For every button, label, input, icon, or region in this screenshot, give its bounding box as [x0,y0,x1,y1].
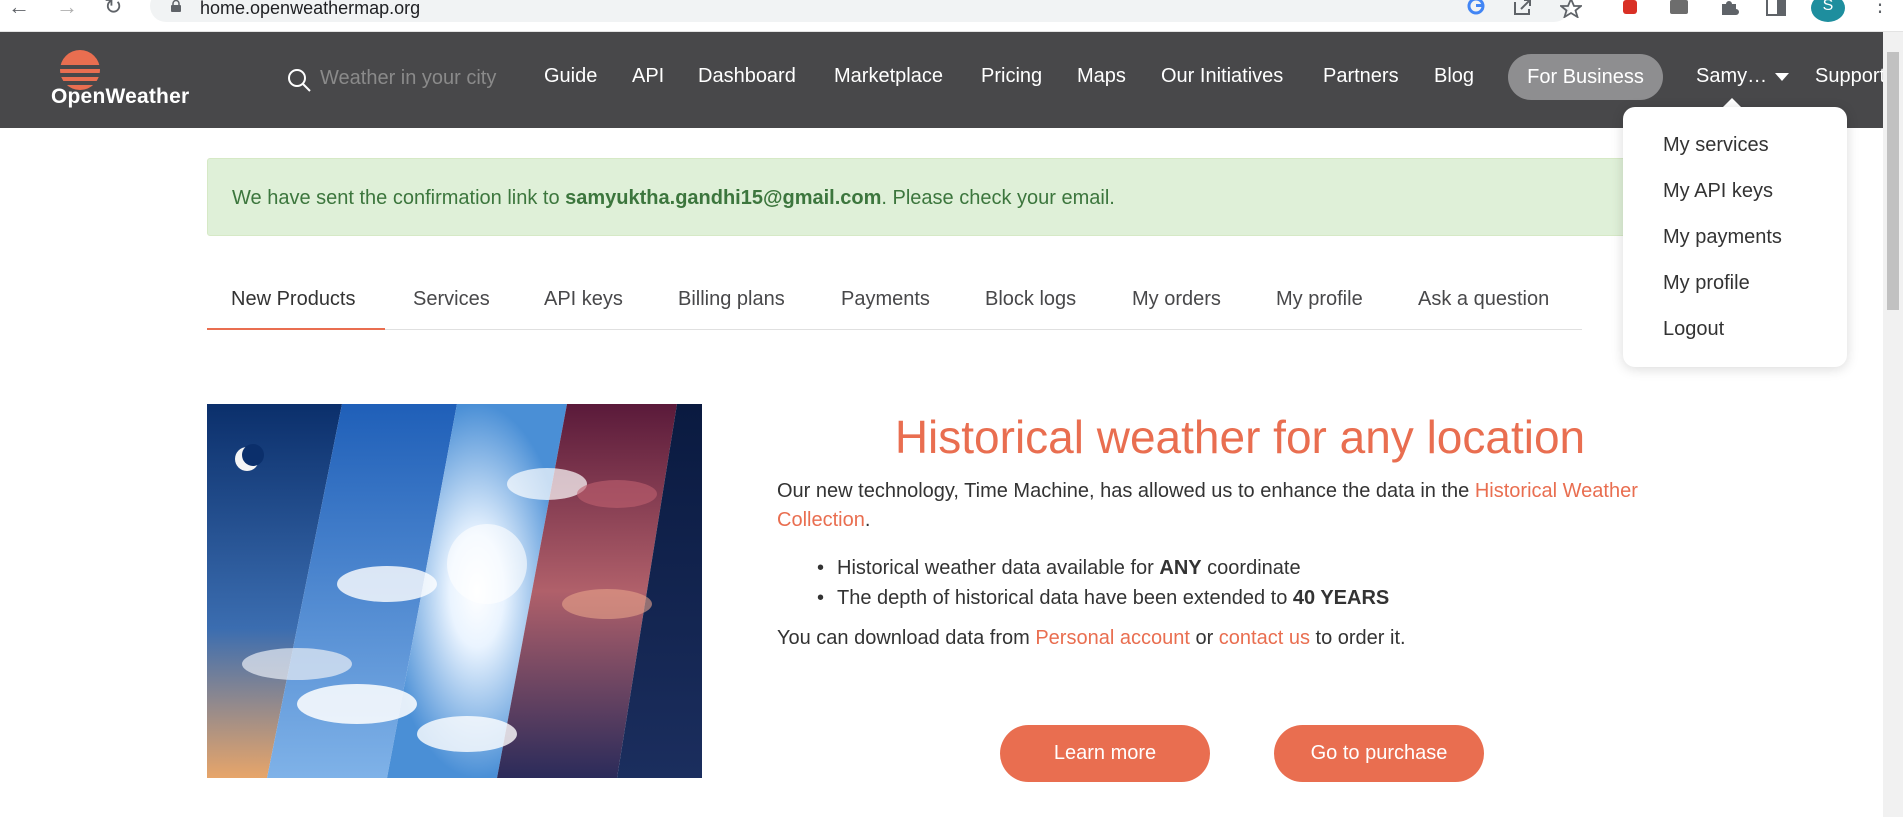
nav-guide[interactable]: Guide [544,65,597,88]
personal-account-link[interactable]: Personal account [1035,627,1190,649]
bullet2-bold: 40 YEARS [1292,587,1390,609]
for-business-button[interactable]: For Business [1508,54,1663,100]
intro-text: Our new technology, Time Machine, has al… [777,480,1475,502]
city-search-input[interactable] [320,63,510,93]
bullet2-text: The depth of historical data have been e… [837,587,1293,609]
alert-prefix: We have sent the confirmation link to [232,187,566,209]
bullet1-end: coordinate [1201,557,1301,579]
download-suffix: to order it. [1309,627,1406,649]
confirmation-alert: We have sent the confirmation link to sa… [207,158,1657,236]
feature-list: Historical weather data available for AN… [817,553,1637,613]
download-or: or [1189,627,1219,649]
go-to-purchase-button[interactable]: Go to purchase [1274,725,1484,782]
reload-icon[interactable]: ↻ [104,0,122,18]
nav-maps[interactable]: Maps [1077,65,1126,88]
extensions-puzzle-icon[interactable] [1718,0,1740,18]
learn-more-button[interactable]: Learn more [1000,725,1210,782]
logo-text: OpenWeather [51,85,190,108]
dropdown-item-my-payments[interactable]: My payments [1663,226,1782,249]
contact-us-link[interactable]: contact us [1219,627,1310,649]
user-name: Samy… [1696,65,1768,87]
dropdown-item-my-services[interactable]: My services [1663,134,1769,157]
bullet1-bold: ANY [1159,557,1202,579]
sky-collage-image [207,404,702,778]
dropdown-item-my-profile[interactable]: My profile [1663,272,1750,295]
bullet1-text: Historical weather data available for [837,557,1160,579]
nav-support[interactable]: Support [1815,65,1883,88]
nav-our-initiatives[interactable]: Our Initiatives [1161,65,1283,88]
bookmark-star-icon[interactable] [1560,0,1582,18]
nav-dashboard[interactable]: Dashboard [698,65,796,88]
dropdown-item-logout[interactable]: Logout [1663,318,1724,341]
address-bar[interactable]: home.openweathermap.org [150,0,1570,22]
tab-billing-plans[interactable]: Billing plans [678,288,785,311]
download-prefix: You can download data from [777,627,1036,649]
user-menu-toggle[interactable]: Samy… [1696,65,1790,88]
nav-marketplace[interactable]: Marketplace [834,65,943,88]
download-paragraph: You can download data from Personal acco… [777,627,1677,650]
account-tabs: New Products Services API keys Billing p… [207,270,1582,330]
user-dropdown-menu: My services My API keys My payments My p… [1623,107,1847,367]
alert-email: samyuktha.gandhi15@gmail.com [565,187,882,209]
caret-down-icon [1775,72,1790,81]
share-icon[interactable] [1512,0,1534,18]
tab-services[interactable]: Services [413,288,490,311]
google-icon[interactable] [1465,0,1487,18]
profile-avatar[interactable]: S [1811,0,1845,22]
url-text: home.openweathermap.org [200,0,421,18]
nav-api[interactable]: API [632,65,664,88]
list-item: The depth of historical data have been e… [817,583,1637,613]
nav-pricing[interactable]: Pricing [981,65,1042,88]
tab-ask-a-question[interactable]: Ask a question [1418,288,1549,311]
page-headline: Historical weather for any location [894,411,1586,463]
side-panel-icon[interactable] [1765,0,1787,18]
tab-payments[interactable]: Payments [841,288,930,311]
dropdown-item-my-api-keys[interactable]: My API keys [1663,180,1773,203]
extension-gray-icon[interactable] [1668,0,1690,18]
tab-new-products[interactable]: New Products [231,288,356,311]
sky-collage-graphic [207,404,702,778]
active-tab-indicator [207,328,385,330]
alert-suffix: . Please check your email. [881,187,1115,209]
tab-block-logs[interactable]: Block logs [985,288,1076,311]
menu-kebab-icon[interactable]: ⋮ [1870,0,1890,15]
intro-paragraph: Our new technology, Time Machine, has al… [777,477,1727,535]
site-header: OpenWeather Guide API Dashboard Marketpl… [0,32,1883,128]
nav-partners[interactable]: Partners [1323,65,1399,88]
scrollbar-thumb[interactable] [1887,52,1899,310]
tab-my-profile[interactable]: My profile [1276,288,1363,311]
lock-icon [171,0,181,12]
browser-toolbar: ← → ↻ home.openweathermap.org S ⋮ [0,0,1903,32]
page-scrollbar[interactable] [1883,32,1903,817]
nav-blog[interactable]: Blog [1434,65,1474,88]
search-icon[interactable] [286,67,312,93]
list-item: Historical weather data available for AN… [817,553,1637,583]
tab-api-keys[interactable]: API keys [544,288,623,311]
tab-my-orders[interactable]: My orders [1132,288,1221,311]
back-icon[interactable]: ← [8,0,30,18]
intro-end: . [864,509,871,531]
extension-red-icon[interactable] [1620,0,1642,18]
forward-icon[interactable]: → [56,0,78,18]
